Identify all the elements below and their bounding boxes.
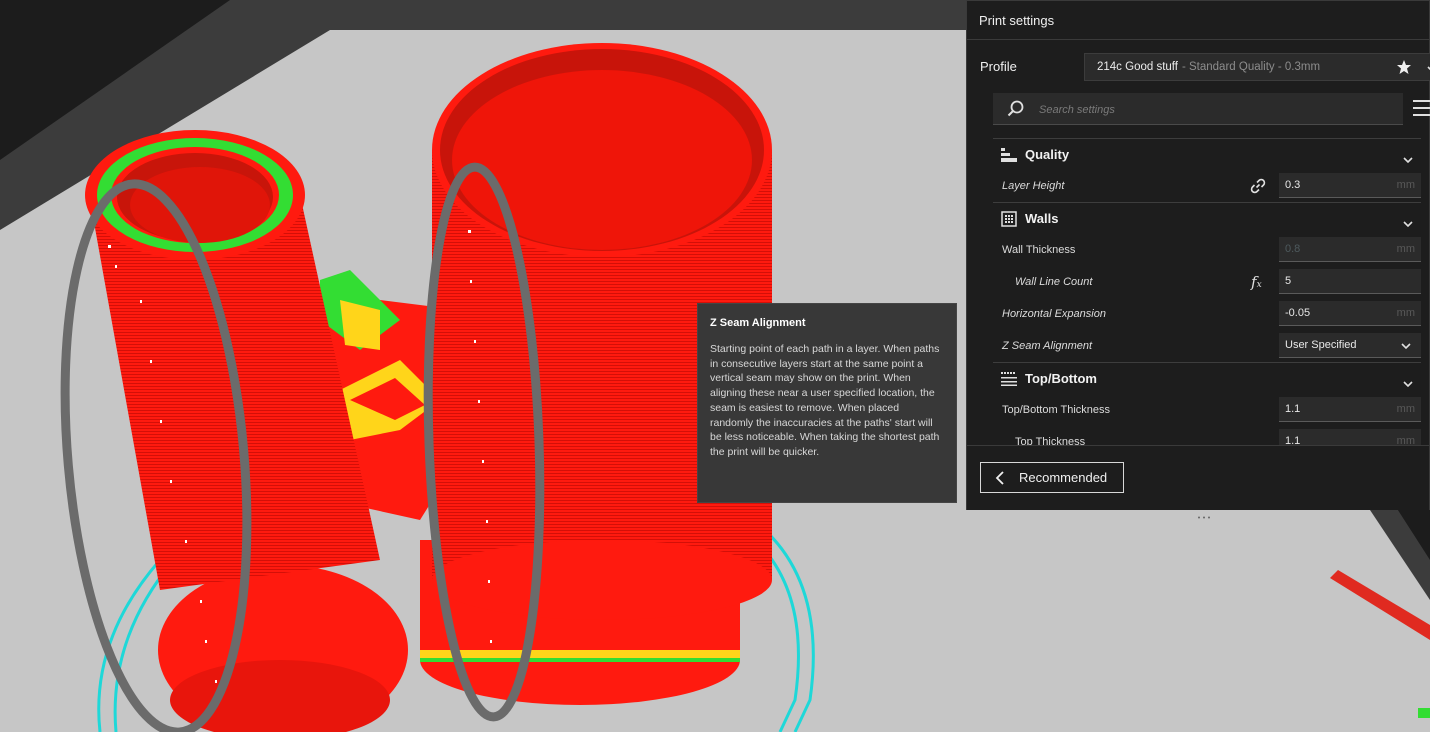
field-value: -0.05 <box>1285 307 1311 319</box>
wall-thickness-field[interactable]: 0.8 mm <box>1279 237 1421 262</box>
top-bottom-thickness-field[interactable]: 1.1 mm <box>1279 397 1421 422</box>
category-label: Quality <box>1025 147 1070 162</box>
walls-icon <box>1001 211 1017 232</box>
star-icon[interactable] <box>1396 59 1412 78</box>
profile-label: Profile <box>980 59 1017 74</box>
field-value: 5 <box>1285 275 1292 287</box>
setting-top-bottom-thickness: Top/Bottom Thickness 1.1 mm <box>993 394 1421 426</box>
top-bottom-icon <box>1001 371 1017 392</box>
category-walls[interactable]: Walls <box>993 202 1421 234</box>
field-value: User Specified <box>1285 339 1357 351</box>
quality-icon <box>1001 147 1017 168</box>
setting-label: Wall Line Count <box>1015 276 1093 288</box>
search-input[interactable] <box>1037 93 1391 126</box>
setting-layer-height: Layer Height 0.3 mm <box>993 170 1421 202</box>
chevron-down-icon <box>1403 215 1413 233</box>
setting-label: Wall Thickness <box>1002 244 1076 256</box>
panel-footer: Recommended <box>967 445 1429 519</box>
field-unit: mm <box>1396 307 1415 319</box>
setting-label: Z Seam Alignment <box>1002 340 1093 352</box>
chevron-left-icon <box>995 471 1005 488</box>
search-box <box>993 93 1403 126</box>
field-value: 0.8 <box>1285 243 1301 255</box>
category-top-bottom[interactable]: Top/Bottom <box>993 362 1421 394</box>
setting-label: Top/Bottom Thickness <box>1002 404 1111 416</box>
category-label: Top/Bottom <box>1025 371 1097 386</box>
profile-name: 214c Good stuff <box>1097 61 1178 73</box>
menu-icon[interactable] <box>1413 98 1430 123</box>
link-icon[interactable] <box>1250 178 1266 199</box>
settings-list[interactable]: Quality Layer Height 0.3 mm Walls Wall T… <box>993 138 1423 446</box>
resize-grip-icon[interactable] <box>1197 506 1211 519</box>
setting-label: Layer Height <box>1002 180 1065 192</box>
setting-wall-line-count: Wall Line Count fx 5 <box>993 266 1421 298</box>
category-quality[interactable]: Quality <box>993 138 1421 170</box>
chevron-down-icon <box>1401 341 1411 353</box>
setting-wall-thickness: Wall Thickness 0.8 mm <box>993 234 1421 266</box>
setting-horizontal-expansion: Horizontal Expansion -0.05 mm <box>993 298 1421 330</box>
chevron-down-icon <box>1403 151 1413 169</box>
recommended-label: Recommended <box>1019 470 1108 485</box>
z-seam-alignment-select[interactable]: User Specified <box>1279 333 1421 358</box>
setting-top-thickness: Top Thickness 1.1 mm <box>993 426 1421 446</box>
field-value: 1.1 <box>1285 403 1301 415</box>
horizontal-expansion-field[interactable]: -0.05 mm <box>1279 301 1421 326</box>
field-value: 0.3 <box>1285 179 1301 191</box>
wall-line-count-field[interactable]: 5 <box>1279 269 1421 294</box>
profile-subtitle: - Standard Quality - 0.3mm <box>1181 61 1321 73</box>
setting-z-seam-alignment: Z Seam Alignment User Specified <box>993 330 1421 362</box>
field-unit: mm <box>1396 403 1415 415</box>
profile-row: Profile 214c Good stuff - Standard Quali… <box>967 53 1430 81</box>
category-label: Walls <box>1025 211 1059 226</box>
top-thickness-field[interactable]: 1.1 mm <box>1279 429 1421 446</box>
panel-title: Print settings <box>979 12 1055 28</box>
layer-height-field[interactable]: 0.3 mm <box>1279 173 1421 198</box>
setting-label: Horizontal Expansion <box>1002 308 1106 320</box>
setting-tooltip: Z Seam Alignment Starting point of each … <box>697 303 957 503</box>
field-unit: mm <box>1396 179 1415 191</box>
tooltip-body: Starting point of each path in a layer. … <box>710 343 940 458</box>
tooltip-title: Z Seam Alignment <box>710 317 806 329</box>
search-icon <box>1007 100 1025 123</box>
profile-dropdown[interactable]: 214c Good stuff - Standard Quality - 0.3… <box>1084 53 1430 81</box>
panel-header: Print settings <box>967 1 1429 40</box>
recommended-button[interactable]: Recommended <box>980 462 1124 493</box>
print-settings-panel: Print settings Profile 214c Good stuff -… <box>966 0 1430 519</box>
chevron-down-icon <box>1403 375 1413 393</box>
function-icon[interactable]: fx <box>1251 273 1262 291</box>
field-unit: mm <box>1396 243 1415 255</box>
